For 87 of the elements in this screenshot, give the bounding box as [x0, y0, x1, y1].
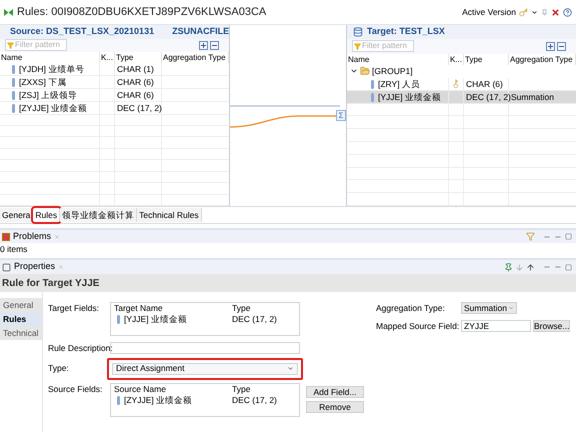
expand-all-icon[interactable] [546, 42, 555, 51]
field-button[interactable]: Remove [306, 400, 364, 413]
aggregation-dropdown[interactable]: Summation [461, 302, 517, 314]
browse-button[interactable]: Browse... [533, 320, 570, 332]
field-type: DEC (17, 2) [232, 314, 278, 325]
field-label: Type: [48, 362, 70, 376]
editor-tab[interactable]: Genera [0, 208, 34, 222]
field-name: [YJJE] 业绩金额 [378, 90, 441, 104]
target-field-row[interactable]: [YJJE] 业绩金额 DEC (17, 2)Summation [347, 90, 576, 104]
maximize-icon[interactable] [565, 264, 572, 270]
close-view-icon[interactable] [58, 264, 64, 270]
field-name[interactable]: [YJDH] 业绩单号 [19, 62, 84, 76]
properties-tab[interactable]: Rules [0, 312, 42, 326]
help-icon[interactable] [563, 8, 572, 16]
editor-tab[interactable]: Technical Rules [137, 208, 202, 222]
version-label: Active Version [462, 6, 516, 18]
pin-icon[interactable] [504, 262, 513, 272]
column-header[interactable]: Aggregation Type [509, 54, 576, 65]
source-subtitle: ZSUNACFILE [172, 25, 230, 38]
view-title[interactable]: Problems [13, 230, 52, 244]
close-view-icon[interactable] [54, 234, 60, 240]
column-header: Type [232, 303, 252, 314]
column-header: Source Name [114, 384, 167, 395]
editor-tab[interactable]: 领导业绩金额计算 [60, 208, 138, 222]
editor-tab[interactable]: Rules [33, 208, 60, 222]
close-icon[interactable] [551, 8, 560, 16]
properties-heading: Rule for Target YJJE [2, 276, 100, 290]
column-header[interactable]: Name [347, 54, 449, 65]
rule-symbol-icon: Σ [336, 110, 346, 121]
problems-icon [2, 232, 10, 240]
filter-field[interactable]: Filter pattern [352, 40, 414, 52]
column-header[interactable]: K... [449, 54, 464, 65]
column-header: Type [232, 384, 252, 395]
target-field-row[interactable]: [ZRY] 人员 CHAR (6) [347, 78, 576, 91]
properties-tab[interactable]: General [0, 298, 42, 312]
folder-icon [360, 66, 370, 76]
field-icon [117, 396, 120, 405]
field-button[interactable]: Add Field... [306, 386, 364, 398]
source-title: Source: DS_TEST_LSX_20210131 [10, 25, 154, 38]
field-label: Rule Description: [48, 342, 110, 355]
filter-icon [7, 42, 14, 49]
properties-icon [2, 262, 11, 272]
target-title: Target: TEST_LSX [367, 25, 445, 38]
maximize-icon[interactable] [565, 233, 572, 240]
field-name[interactable]: [YJJE] 业绩金额 [124, 314, 187, 325]
pin-icon[interactable] [541, 8, 548, 16]
field-name[interactable]: [ZSJ] 上级领导 [19, 88, 78, 102]
field-type: CHAR (1) [115, 62, 162, 76]
aggregation-type: Summation [510, 90, 555, 104]
field-name[interactable]: [ZYJJE] 业绩金额 [124, 394, 192, 406]
field-type: CHAR (6) [115, 76, 162, 89]
column-header[interactable]: K... [100, 52, 115, 63]
column-header[interactable]: Type [464, 54, 509, 65]
filter-icon [354, 42, 361, 50]
field-name: [ZRY] 人员 [378, 78, 420, 91]
arrow-up-icon[interactable] [526, 262, 535, 272]
mapped-source-field[interactable]: ZYJJE [461, 320, 531, 332]
column-header[interactable]: Aggregation Type [162, 52, 229, 63]
column-header[interactable]: Name [0, 52, 100, 63]
filter-field[interactable]: Filter pattern [5, 39, 67, 52]
field-icon [117, 315, 120, 324]
group-name[interactable]: [GROUP1] [372, 64, 413, 78]
field-name[interactable]: [ZYJJE] 业绩金额 [19, 102, 88, 115]
dropdown-caret-icon[interactable] [531, 8, 538, 16]
properties-tab[interactable]: Technical [0, 326, 42, 340]
type-dropdown[interactable]: Direct Assignment [112, 362, 298, 375]
column-header: Target Name [114, 303, 164, 314]
collapse-all-icon[interactable] [557, 42, 566, 51]
field-type: DEC (17, 2) [232, 394, 278, 406]
column-header[interactable]: Type [115, 52, 162, 63]
dropdown-caret-icon [287, 365, 294, 372]
field-label: Aggregation Type: [376, 302, 446, 315]
rules-icon [4, 8, 13, 16]
field-name[interactable]: [ZXXS] 下属 [19, 76, 66, 89]
field-type: CHAR (6) [115, 88, 162, 102]
expand-all-icon[interactable] [199, 40, 208, 50]
rule-description-field[interactable] [110, 342, 300, 354]
view-title[interactable]: Properties [14, 260, 56, 274]
field-label: Source Fields: [48, 382, 104, 396]
dropdown-caret-icon [508, 305, 514, 312]
collapse-all-icon[interactable] [210, 40, 219, 50]
filter-icon[interactable] [526, 232, 535, 241]
window-title: Rules: 00I908Z0DBU6KXETJ89PZV6KLWSA03CA [17, 4, 266, 20]
field-type: DEC (17, 2) [115, 102, 162, 115]
field-label: Mapped Source Field: [376, 320, 460, 332]
field-label: Target Fields: [48, 302, 100, 315]
field-type: DEC (17, 2) [464, 90, 509, 104]
